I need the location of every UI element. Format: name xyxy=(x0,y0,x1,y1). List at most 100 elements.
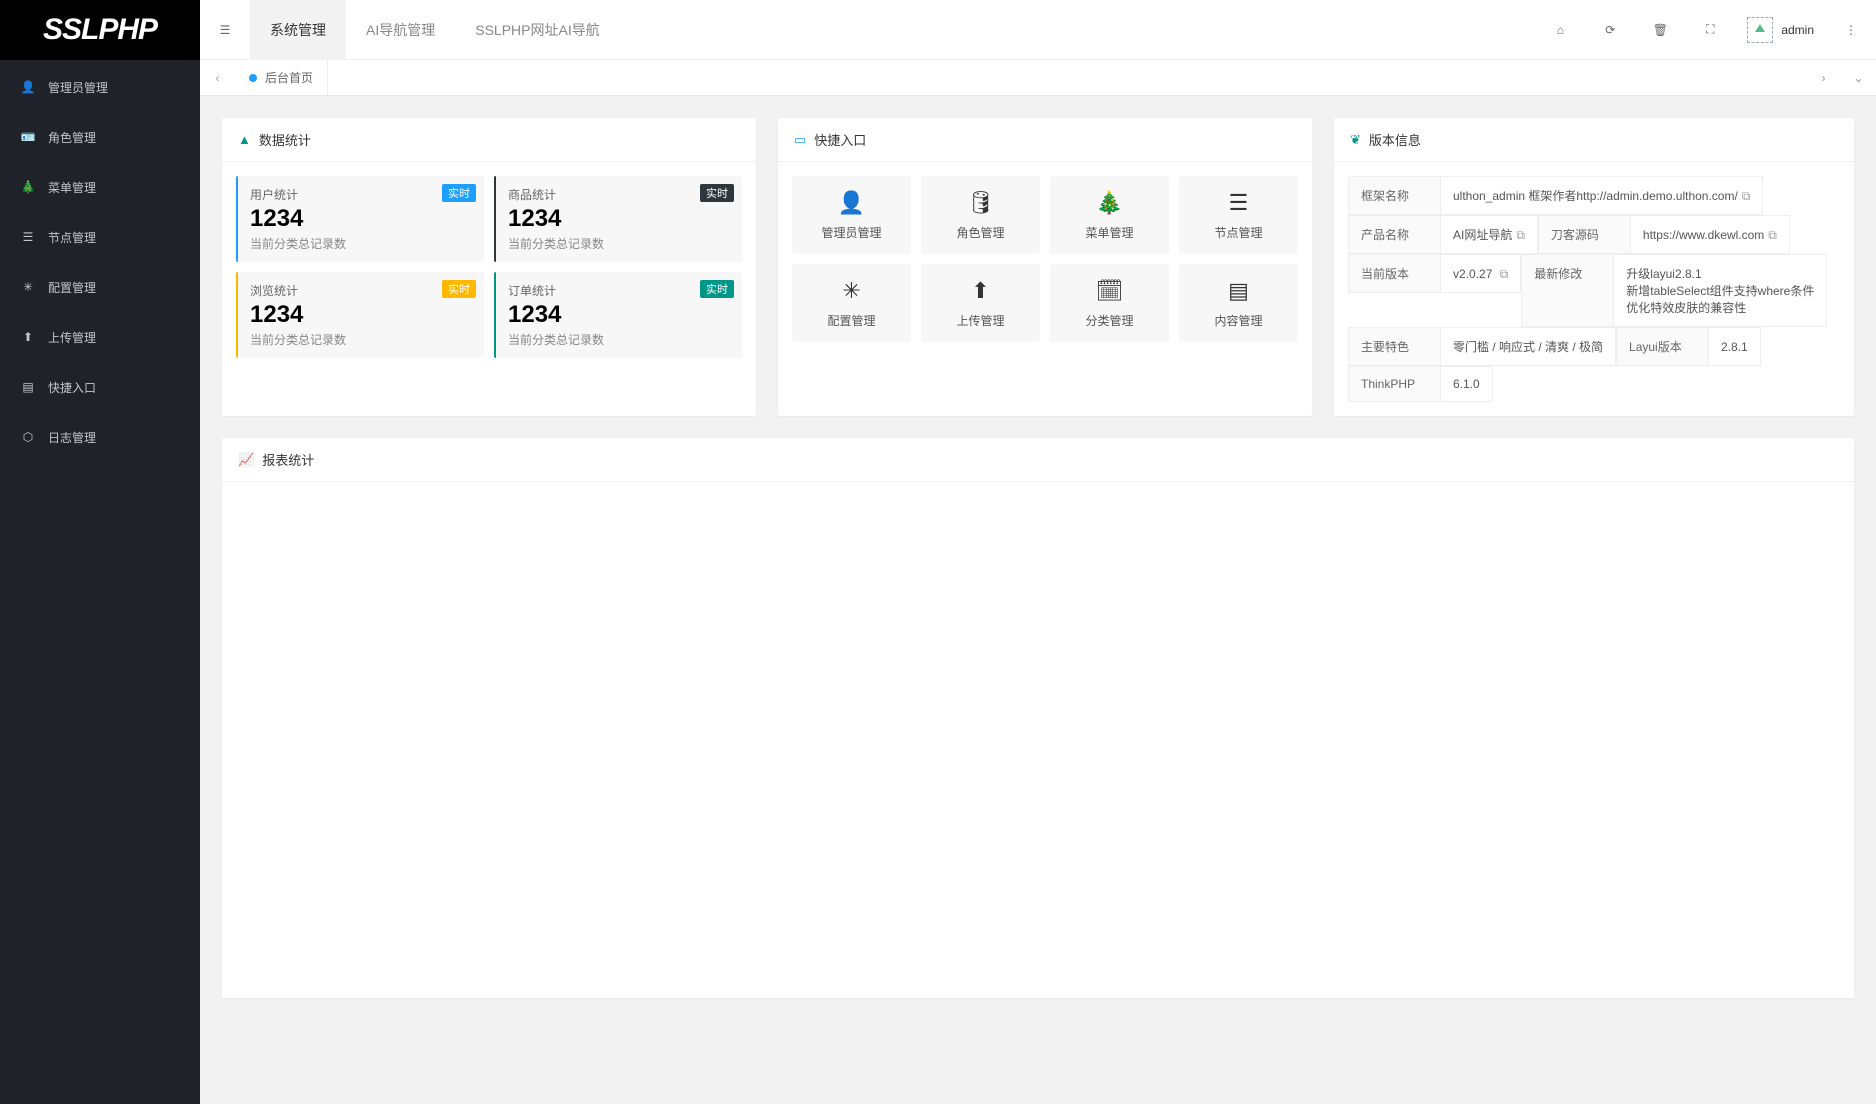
content-area: ▲ 数据统计 实时 用户统计 1234 当前分类总记录数 xyxy=(200,96,1876,1104)
tabstrip-tab-home[interactable]: 后台首页 xyxy=(235,60,328,95)
home-icon: ⌂ xyxy=(1557,23,1564,37)
badge-realtime: 实时 xyxy=(442,280,476,298)
chevron-down-icon: ⌄ xyxy=(1853,71,1863,85)
fullscreen-button[interactable]: ⛶ xyxy=(1685,0,1735,60)
sidebar-item-config[interactable]: ✳ 配置管理 xyxy=(0,262,200,312)
user-menu[interactable]: admin xyxy=(1735,17,1826,43)
menu-toggle[interactable]: ☰ xyxy=(200,0,250,60)
card-title: 数据统计 xyxy=(259,130,311,149)
sidebar-item-logs[interactable]: ⬡ 日志管理 xyxy=(0,412,200,462)
tree-icon: 🎄 xyxy=(1096,190,1123,216)
sidebar-item-nodes[interactable]: ☰ 节点管理 xyxy=(0,212,200,262)
badge-realtime: 实时 xyxy=(700,280,734,298)
expand-icon: ⛶ xyxy=(1706,22,1714,37)
version-key: 主要特色 xyxy=(1349,328,1441,366)
version-key: 刀客源码 xyxy=(1538,216,1630,254)
version-value: ulthon_admin 框架作者http://admin.demo.ultho… xyxy=(1441,177,1763,215)
version-value: 升级layui2.8.1 新增tableSelect组件支持where条件 优化… xyxy=(1614,255,1827,327)
user-icon: 👤 xyxy=(838,190,865,216)
version-value: 2.8.1 xyxy=(1709,328,1761,366)
report-body xyxy=(222,482,1854,510)
upload-icon: ⬆ xyxy=(971,278,989,304)
version-key: ThinkPHP xyxy=(1349,367,1441,402)
avatar-icon xyxy=(1747,17,1773,43)
sidebar-item-label: 菜单管理 xyxy=(48,179,96,196)
side-nav: 👤 管理员管理 🪪 角色管理 🎄 菜单管理 ☰ 节点管理 ✳ 配置管理 ⬆ 上 xyxy=(0,60,200,462)
tab-ai-nav[interactable]: AI导航管理 xyxy=(346,0,455,60)
sidebar-item-label: 日志管理 xyxy=(48,429,96,446)
quick-admins[interactable]: 👤管理员管理 xyxy=(792,176,911,254)
leaf-icon: ❦ xyxy=(1350,132,1361,148)
quick-config[interactable]: ✳配置管理 xyxy=(792,264,911,342)
version-table: 框架名称ulthon_admin 框架作者http://admin.demo.u… xyxy=(1348,176,1840,402)
sidebar-item-label: 配置管理 xyxy=(48,279,96,296)
chart-line-icon: 📈 xyxy=(238,452,254,468)
trash-button[interactable]: 🗑 xyxy=(1635,0,1685,60)
stat-goods[interactable]: 实时 商品统计 1234 当前分类总记录数 xyxy=(494,176,742,262)
database-icon: 🛢 xyxy=(967,190,995,216)
id-card-icon: 🪪 xyxy=(20,130,36,144)
tabstrip-next[interactable]: › xyxy=(1806,60,1841,95)
card-title: 版本信息 xyxy=(1369,130,1421,149)
username: admin xyxy=(1781,23,1814,37)
report-card: 📈 报表统计 xyxy=(222,438,1854,998)
copy-icon[interactable]: ⧉ xyxy=(1500,267,1509,282)
home-button[interactable]: ⌂ xyxy=(1535,0,1585,60)
stat-users[interactable]: 实时 用户统计 1234 当前分类总记录数 xyxy=(236,176,484,262)
quick-nodes[interactable]: ☰节点管理 xyxy=(1179,176,1298,254)
tabstrip-prev[interactable]: ‹ xyxy=(200,60,235,95)
quick-category[interactable]: 🗓分类管理 xyxy=(1050,264,1169,342)
sidebar-item-upload[interactable]: ⬆ 上传管理 xyxy=(0,312,200,362)
card-title: 快捷入口 xyxy=(814,130,866,149)
quick-card: ▭ 快捷入口 👤管理员管理 🛢角色管理 🎄菜单管理 ☰节点管理 ✳配置管理 ⬆上… xyxy=(778,118,1312,416)
stat-orders[interactable]: 实时 订单统计 1234 当前分类总记录数 xyxy=(494,272,742,358)
version-value: v2.0.27 ⧉ xyxy=(1441,255,1521,293)
user-icon: 👤 xyxy=(20,80,36,94)
badge-realtime: 实时 xyxy=(700,184,734,202)
menu-icon: ☰ xyxy=(220,23,231,37)
sidebar-item-label: 快捷入口 xyxy=(48,379,96,396)
stats-card: ▲ 数据统计 实时 用户统计 1234 当前分类总记录数 xyxy=(222,118,756,416)
badge-realtime: 实时 xyxy=(442,184,476,202)
refresh-icon: ⟳ xyxy=(1605,23,1615,37)
version-value: AI网址导航⧉ xyxy=(1441,216,1538,254)
credit-card-icon: ▭ xyxy=(794,132,806,148)
quick-upload[interactable]: ⬆上传管理 xyxy=(921,264,1040,342)
version-key: 框架名称 xyxy=(1349,177,1441,215)
tabstrip-tab-label: 后台首页 xyxy=(265,69,313,86)
refresh-button[interactable]: ⟳ xyxy=(1585,0,1635,60)
tab-sslphp-nav[interactable]: SSLPHP网址AI导航 xyxy=(455,0,619,60)
tabstrip-dropdown[interactable]: ⌄ xyxy=(1841,60,1876,95)
list-icon: ☰ xyxy=(20,230,36,244)
page-tabstrip: ‹ 后台首页 › ⌄ xyxy=(200,60,1876,96)
version-key: 产品名称 xyxy=(1349,216,1441,254)
version-value: 零门槛 / 响应式 / 清爽 / 极简 xyxy=(1441,328,1616,366)
tab-system[interactable]: 系统管理 xyxy=(250,0,346,60)
logo[interactable]: SSLPHP xyxy=(0,0,200,60)
tree-icon: 🎄 xyxy=(20,180,36,194)
sidebar-item-admins[interactable]: 👤 管理员管理 xyxy=(0,62,200,112)
quick-roles[interactable]: 🛢角色管理 xyxy=(921,176,1040,254)
more-button[interactable]: ⋮ xyxy=(1826,0,1876,60)
sidebar-item-menus[interactable]: 🎄 菜单管理 xyxy=(0,162,200,212)
quick-content[interactable]: ▤内容管理 xyxy=(1179,264,1298,342)
version-value: https://www.dkewl.com⧉ xyxy=(1630,216,1789,254)
copy-icon[interactable]: ⧉ xyxy=(1516,228,1525,243)
sidebar-item-label: 节点管理 xyxy=(48,229,96,246)
sidebar-item-label: 角色管理 xyxy=(48,129,96,146)
calendar-icon: 🗓 xyxy=(1096,278,1124,304)
copy-icon[interactable]: ⧉ xyxy=(1742,189,1751,204)
version-key: 最新修改 xyxy=(1522,255,1614,327)
log-icon: ⬡ xyxy=(20,430,36,444)
quick-menus[interactable]: 🎄菜单管理 xyxy=(1050,176,1169,254)
stat-views[interactable]: 实时 浏览统计 1234 当前分类总记录数 xyxy=(236,272,484,358)
sidebar-item-shortcut[interactable]: ▤ 快捷入口 xyxy=(0,362,200,412)
chevron-left-icon: ‹ xyxy=(216,71,220,85)
sidebar-item-roles[interactable]: 🪪 角色管理 xyxy=(0,112,200,162)
version-value: 6.1.0 xyxy=(1441,367,1493,402)
upload-icon: ⬆ xyxy=(20,330,36,344)
card-title: 报表统计 xyxy=(262,450,314,469)
dot-icon xyxy=(249,74,257,82)
warning-icon: ▲ xyxy=(238,132,251,147)
copy-icon[interactable]: ⧉ xyxy=(1768,228,1777,243)
